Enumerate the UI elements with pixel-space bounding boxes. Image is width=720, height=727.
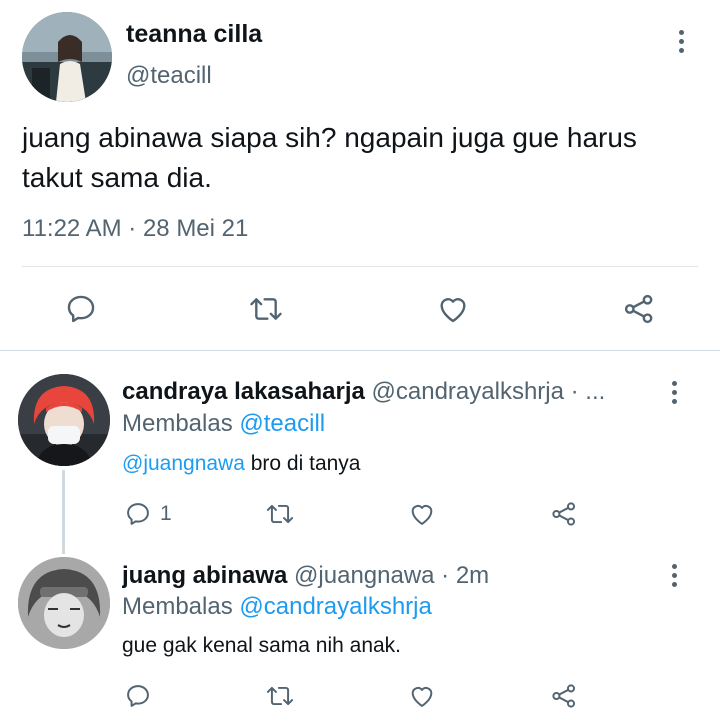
reply-header[interactable]: juang abinawa @juangnawa · 2m bbox=[122, 562, 652, 590]
share-button[interactable] bbox=[622, 292, 656, 326]
like-button[interactable] bbox=[408, 500, 436, 528]
main-tweet: teanna cilla @teacill juang abinawa siap… bbox=[0, 0, 720, 350]
avatar[interactable] bbox=[18, 374, 110, 466]
reply-header[interactable]: candraya lakasaharja @candrayalkshrja · … bbox=[122, 378, 652, 406]
section-divider bbox=[0, 350, 720, 351]
more-options-icon[interactable] bbox=[672, 381, 678, 404]
avatar-image-icon bbox=[18, 374, 110, 466]
reply-count: 1 bbox=[160, 502, 172, 525]
reply-text: @juangnawa bro di tanya bbox=[122, 452, 360, 476]
reply-button[interactable]: 1 bbox=[124, 500, 172, 528]
retweet-icon bbox=[266, 686, 294, 706]
tweet-timestamp[interactable]: 11:22 AM · 28 Mei 21 bbox=[22, 215, 248, 243]
replying-to: Membalas @teacill bbox=[122, 410, 325, 438]
retweet-button[interactable] bbox=[265, 682, 295, 710]
author-name[interactable]: candraya lakasaharja bbox=[122, 378, 365, 405]
reply-text: gue gak kenal sama nih anak. bbox=[122, 634, 402, 657]
replying-to-link[interactable]: @candrayalkshrja bbox=[239, 593, 431, 620]
retweet-icon bbox=[266, 504, 294, 524]
replying-prefix: Membalas bbox=[122, 593, 233, 620]
more-options-icon[interactable] bbox=[679, 30, 685, 53]
heart-icon bbox=[440, 298, 466, 323]
heart-icon bbox=[411, 505, 433, 525]
avatar-image-icon bbox=[22, 12, 112, 102]
author-name[interactable]: teanna cilla bbox=[126, 20, 262, 49]
reply-text-content: bro di tanya bbox=[244, 452, 361, 475]
share-icon bbox=[552, 502, 576, 526]
replying-prefix: Membalas bbox=[122, 410, 233, 437]
like-button[interactable] bbox=[436, 292, 470, 326]
reply-icon bbox=[127, 685, 149, 707]
author-handle[interactable]: @candrayalkshrja · ... bbox=[372, 378, 606, 405]
author-handle[interactable]: @teacill bbox=[126, 62, 212, 90]
reply-icon bbox=[67, 295, 95, 323]
avatar[interactable] bbox=[22, 12, 112, 102]
author-handle[interactable]: @juangnawa · 2m bbox=[294, 562, 489, 589]
mention-link[interactable]: @juangnawa bbox=[122, 452, 245, 475]
thread-line bbox=[62, 470, 65, 554]
replying-to: Membalas @candrayalkshrja bbox=[122, 593, 432, 621]
retweet-icon bbox=[250, 298, 282, 320]
share-icon bbox=[552, 684, 576, 708]
like-button[interactable] bbox=[408, 682, 436, 710]
avatar-image-icon bbox=[18, 557, 110, 649]
share-icon bbox=[624, 294, 653, 324]
reply-button[interactable] bbox=[64, 292, 98, 326]
heart-icon bbox=[411, 687, 433, 707]
replying-to-link[interactable]: @teacill bbox=[239, 410, 325, 437]
reply-icon bbox=[127, 503, 149, 525]
avatar[interactable] bbox=[18, 557, 110, 649]
reply-button[interactable] bbox=[124, 682, 152, 710]
retweet-button[interactable] bbox=[265, 500, 295, 528]
share-button[interactable] bbox=[550, 500, 578, 528]
more-options-icon[interactable] bbox=[672, 564, 678, 587]
share-button[interactable] bbox=[550, 682, 578, 710]
retweet-button[interactable] bbox=[248, 292, 284, 326]
tweet-text: juang abinawa siapa sih? ngapain juga gu… bbox=[22, 122, 637, 193]
author-name[interactable]: juang abinawa bbox=[122, 562, 287, 589]
divider bbox=[22, 266, 698, 267]
